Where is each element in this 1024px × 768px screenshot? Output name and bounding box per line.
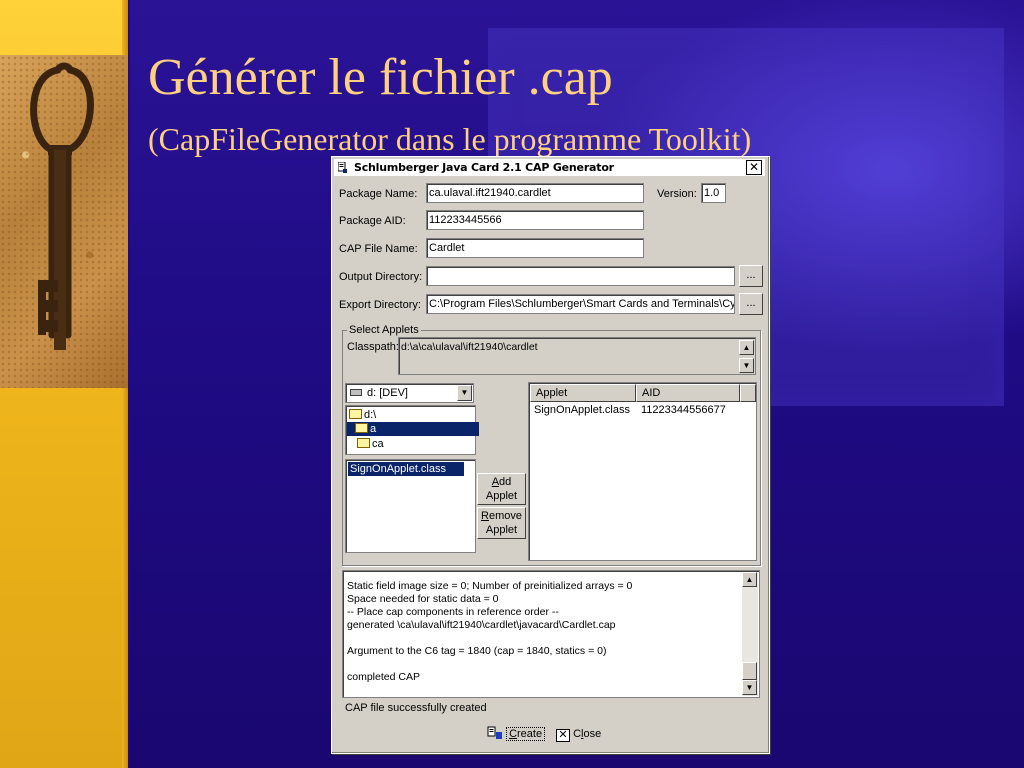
log-scroll-up[interactable]: ▲ — [742, 572, 757, 587]
log-line: -- Place cap components in reference ord… — [347, 606, 559, 618]
package-name-input[interactable]: ca.ulaval.ift21940.cardlet — [426, 183, 644, 203]
log-line: completed CAP — [347, 671, 420, 683]
column-header-spacer — [740, 384, 756, 402]
key-icon — [30, 62, 94, 350]
directory-list[interactable]: d:\ a ca — [345, 405, 479, 455]
classpath-scroll-down[interactable]: ▼ — [739, 358, 754, 373]
chevron-down-icon[interactable]: ▼ — [457, 385, 472, 401]
drive-value: d: [DEV] — [367, 387, 408, 399]
version-input[interactable]: 1.0 — [701, 183, 726, 203]
classpath-value: d:\a\ca\ulaval\ift21940\cardlet — [401, 341, 538, 353]
directory-item-selected[interactable]: a — [347, 422, 479, 436]
select-applets-title: Select Applets — [347, 324, 421, 336]
version-label: Version: — [657, 188, 697, 200]
window-titlebar[interactable]: Schlumberger Java Card 2.1 CAP Generator… — [334, 159, 765, 176]
classpath-label: Classpath: — [347, 341, 399, 353]
output-log[interactable]: Static field image size = 0; Number of p… — [342, 570, 760, 698]
add-applet-button[interactable]: Add Applet — [477, 473, 526, 505]
key-image — [0, 55, 128, 388]
create-icon — [487, 726, 502, 739]
file-item-selected[interactable]: SignOnApplet.class — [348, 462, 464, 476]
remove-applet-button[interactable]: Remove Applet — [477, 507, 526, 539]
cap-file-name-label: CAP File Name: — [339, 243, 418, 255]
close-button[interactable]: ✕ Close — [556, 724, 601, 744]
directory-item[interactable]: ca — [357, 437, 384, 451]
classpath-textarea[interactable]: d:\a\ca\ulaval\ift21940\cardlet ▲ ▼ — [398, 337, 756, 375]
folder-icon — [357, 438, 370, 448]
log-line: generated \ca\ulaval\ift21940\cardlet\ja… — [347, 619, 616, 631]
cap-generator-window: Schlumberger Java Card 2.1 CAP Generator… — [331, 156, 770, 754]
close-icon: ✕ — [556, 729, 570, 742]
drive-select[interactable]: d: [DEV] ▼ — [345, 383, 474, 403]
drive-icon — [350, 389, 362, 396]
log-scrollbar[interactable]: ▲ ▼ — [742, 572, 758, 696]
log-line: Space needed for static data = 0 — [347, 593, 499, 605]
log-line: Argument to the C6 tag = 1840 (cap = 184… — [347, 645, 607, 657]
export-directory-input[interactable]: C:\Program Files\Schlumberger\Smart Card… — [426, 294, 735, 314]
export-directory-browse-button[interactable]: ... — [739, 293, 763, 315]
slide-subtitle: (CapFileGenerator dans le programme Tool… — [148, 121, 752, 157]
table-cell-aid[interactable]: 11223344556677 — [641, 404, 726, 416]
table-cell-applet[interactable]: SignOnApplet.class — [534, 404, 630, 416]
column-header-aid[interactable]: AID — [636, 384, 740, 402]
window-title: Schlumberger Java Card 2.1 CAP Generator — [354, 161, 614, 174]
window-close-button[interactable]: ✕ — [746, 160, 762, 175]
package-name-label: Package Name: — [339, 188, 418, 200]
package-aid-input[interactable]: 112233445566 — [426, 210, 644, 230]
output-directory-browse-button[interactable]: ... — [739, 265, 763, 287]
classpath-scroll-up[interactable]: ▲ — [739, 340, 754, 355]
status-text: CAP file successfully created — [345, 702, 487, 714]
applet-table[interactable]: Applet AID SignOnApplet.class 1122334455… — [528, 382, 757, 561]
folder-open-icon — [349, 409, 362, 419]
close-icon: ✕ — [748, 160, 760, 174]
export-directory-label: Export Directory: — [339, 299, 421, 311]
package-aid-label: Package AID: — [339, 215, 406, 227]
output-directory-input[interactable] — [426, 266, 735, 286]
log-scroll-down[interactable]: ▼ — [742, 680, 757, 695]
directory-item[interactable]: d:\ — [349, 408, 376, 422]
output-directory-label: Output Directory: — [339, 271, 423, 283]
log-line: Static field image size = 0; Number of p… — [347, 580, 633, 592]
class-file-list[interactable]: SignOnApplet.class — [345, 459, 476, 553]
slide-background: Générer le fichier .cap (CapFileGenerato… — [0, 0, 1024, 768]
log-scroll-thumb[interactable] — [742, 662, 757, 680]
folder-open-icon — [355, 423, 368, 433]
slide-title: Générer le fichier .cap — [148, 49, 613, 106]
column-header-applet[interactable]: Applet — [530, 384, 636, 402]
cap-file-name-input[interactable]: Cardlet — [426, 238, 644, 258]
app-icon — [338, 162, 347, 173]
create-button[interactable]: Create — [487, 724, 546, 744]
